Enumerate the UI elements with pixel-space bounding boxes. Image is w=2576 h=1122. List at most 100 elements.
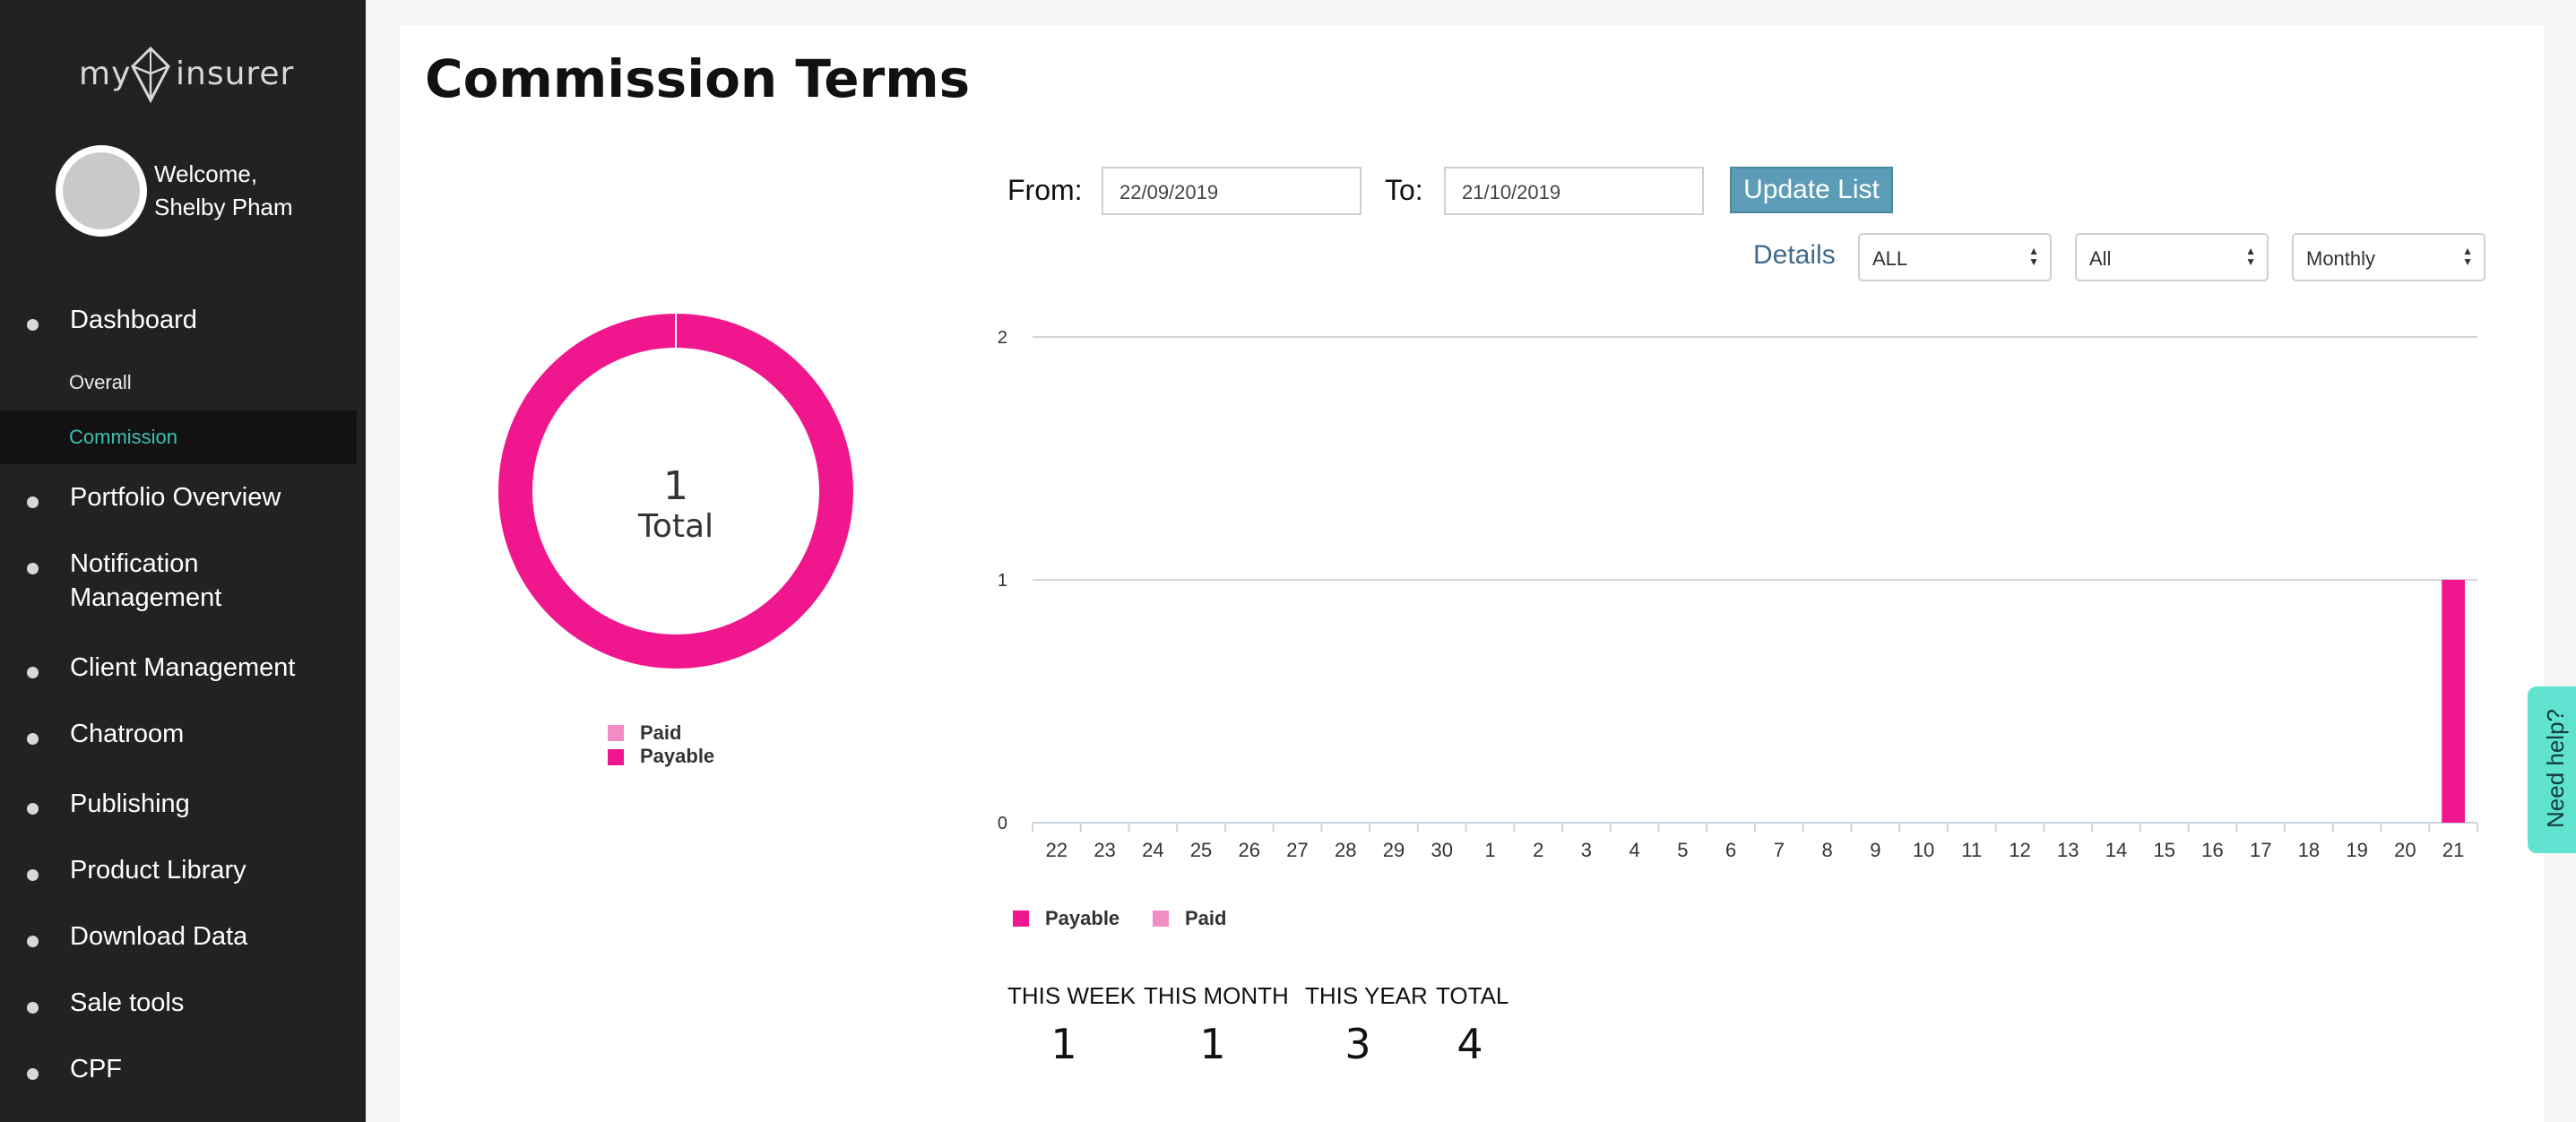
select-arrows-icon: ▲ ▼ [2462, 245, 2473, 268]
details-label: Details [1753, 240, 1836, 270]
sidebar-subitem-label: Commission [69, 426, 178, 448]
avatar[interactable] [56, 145, 147, 237]
sidebar-item-chatroom[interactable]: Chatroom [0, 717, 357, 753]
x-tick-label: 29 [1383, 839, 1405, 861]
logo-word-insurer: insurer [176, 56, 295, 92]
sidebar-item-product-library[interactable]: Product Library [0, 853, 357, 889]
bullet-icon [27, 563, 39, 574]
sidebar-item-label: Chatroom [70, 720, 185, 748]
user-name: Shelby Pham [154, 194, 293, 220]
bullet-icon [27, 869, 39, 881]
x-tick-label: 21 [2442, 839, 2464, 861]
sidebar-subitem-commission[interactable]: Commission [0, 410, 357, 464]
stat-total-label: TOTAL [1436, 982, 1509, 1009]
bullet-icon [27, 803, 39, 815]
bullet-icon [27, 733, 39, 745]
legend-payable-label: Payable [640, 745, 715, 767]
logo[interactable]: my insurer [79, 47, 294, 109]
sidebar-item-publishing[interactable]: Publishing [0, 787, 357, 823]
update-list-button[interactable]: Update List [1730, 167, 1893, 213]
category-select-value: ALL [1872, 247, 1908, 270]
logo-word-my: my [79, 56, 132, 92]
x-tick-label: 28 [1335, 839, 1356, 861]
stat-year-label: THIS YEAR [1305, 982, 1428, 1009]
x-tick-label: 25 [1190, 839, 1212, 861]
sidebar-item-label: Download Data [70, 922, 248, 951]
x-tick-label: 13 [2057, 839, 2079, 861]
x-tick-label: 8 [1821, 839, 1832, 861]
sidebar-item-notification-management[interactable]: Notification Management [0, 547, 357, 618]
to-date-input[interactable]: 21/10/2019 [1444, 167, 1704, 215]
category-select[interactable]: ALL ▲ ▼ [1858, 233, 2052, 281]
donut-total-count: 1 [663, 463, 688, 509]
x-tick-label: 3 [1581, 839, 1592, 861]
bullet-icon [27, 667, 39, 678]
stat-month-value: 1 [1199, 1020, 1226, 1068]
bullet-icon [27, 319, 39, 331]
need-help-tab[interactable]: Need help? [2528, 686, 2576, 853]
x-tick-label: 19 [2346, 839, 2367, 861]
legend-paid-label: Paid [1185, 907, 1226, 929]
sidebar-item-label: Notification Management [70, 549, 222, 612]
sidebar-item-dashboard[interactable]: Dashboard [0, 303, 357, 339]
sidebar-item-label: Client Management [70, 653, 296, 682]
legend-paid-swatch [608, 725, 624, 741]
stat-month-label: THIS MONTH [1144, 982, 1289, 1009]
x-tick-label: 15 [2153, 839, 2174, 861]
bullet-icon [27, 1002, 39, 1014]
x-tick-label: 4 [1629, 839, 1640, 861]
select-arrows-icon: ▲ ▼ [2028, 245, 2039, 268]
stat-week-label: THIS WEEK [1007, 982, 1137, 1009]
welcome-text: Welcome, Shelby Pham [154, 158, 293, 224]
sidebar-item-client-management[interactable]: Client Management [0, 651, 357, 686]
logo-gem-icon [131, 47, 170, 104]
from-label: From: [1007, 174, 1083, 206]
to-label: To: [1385, 174, 1423, 206]
select-arrows-icon: ▲ ▼ [2245, 245, 2256, 268]
sidebar: my insurer Welcome, Shelby Pham Dashboar… [0, 0, 366, 1122]
bullet-icon [27, 1068, 39, 1080]
sidebar-item-label: Dashboard [70, 306, 197, 334]
stat-week-value: 1 [1050, 1020, 1077, 1068]
bullet-icon [27, 936, 39, 947]
x-tick-label: 30 [1431, 839, 1452, 861]
x-tick-label: 24 [1142, 839, 1163, 861]
stat-year-value: 3 [1344, 1020, 1371, 1068]
period-select[interactable]: Monthly ▲ ▼ [2292, 233, 2485, 281]
x-tick-label: 20 [2394, 839, 2416, 861]
sidebar-item-portfolio-overview[interactable]: Portfolio Overview [0, 480, 357, 516]
x-tick-label: 11 [1961, 839, 1982, 861]
sidebar-subitem-overall[interactable]: Overall [0, 356, 357, 410]
x-tick-label: 9 [1870, 839, 1880, 861]
sidebar-item-label: Portfolio Overview [70, 483, 281, 512]
legend-payable-swatch [1013, 911, 1029, 927]
x-tick-label: 17 [2250, 839, 2271, 861]
x-tick-label: 18 [2298, 839, 2320, 861]
x-tick-label: 27 [1286, 839, 1308, 861]
sidebar-item-download-data[interactable]: Download Data [0, 919, 357, 955]
x-tick-label: 6 [1725, 839, 1736, 861]
x-tick-label: 22 [1046, 839, 1068, 861]
x-tick-label: 23 [1094, 839, 1115, 861]
donut-total-label: Total [637, 508, 714, 545]
x-tick-label: 2 [1533, 839, 1543, 861]
commission-bar-chart: 01222 23 24 25 26 27 28 29 30 1 2 3 4 5 6 7 8 9 10 11 12 13 14… [998, 328, 2478, 929]
sidebar-item-sale-tools[interactable]: Sale tools [0, 986, 357, 1022]
y-tick-label: 0 [998, 814, 1007, 833]
legend-payable-label: Payable [1045, 907, 1119, 929]
from-date-input[interactable]: 22/09/2019 [1102, 167, 1361, 215]
x-tick-label: 7 [1774, 839, 1785, 861]
sidebar-item-cpf[interactable]: CPF [0, 1052, 357, 1088]
stat-total-value: 4 [1457, 1020, 1483, 1068]
y-tick-label: 2 [998, 328, 1007, 348]
sidebar-subitem-label: Overall [69, 371, 132, 393]
x-tick-label: 26 [1239, 839, 1260, 861]
donut-center: 1 Total [498, 464, 853, 545]
sidebar-item-label: Publishing [70, 790, 190, 818]
type-select[interactable]: All ▲ ▼ [2075, 233, 2269, 281]
x-tick-label: 10 [1913, 839, 1934, 861]
welcome-greeting: Welcome, [154, 160, 258, 187]
type-select-value: All [2089, 247, 2112, 270]
x-tick-label: 12 [2009, 839, 2030, 861]
x-tick-label: 16 [2201, 839, 2223, 861]
